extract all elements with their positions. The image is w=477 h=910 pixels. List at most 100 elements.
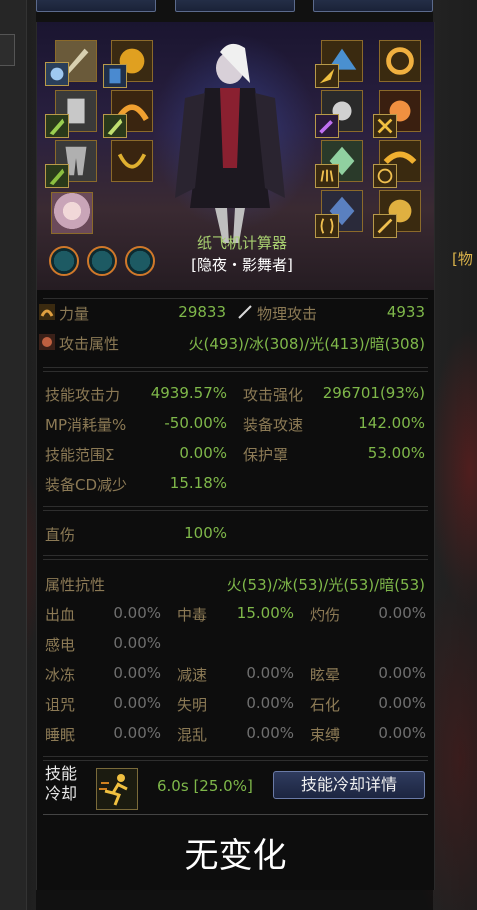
element-label: 攻击属性	[59, 335, 120, 353]
wand-icon	[316, 115, 338, 137]
gem-icon	[46, 63, 68, 85]
equip-slot-avatar-9[interactable]	[315, 164, 339, 188]
skill-stat-row: 技能范围Σ 0.00% 保护罩 53.00%	[37, 444, 434, 466]
buff-icon-3[interactable]	[125, 246, 155, 276]
buff-icon-1[interactable]	[49, 246, 79, 276]
running-figure-icon	[97, 769, 137, 809]
status-resist-row: 感电 0.00%	[37, 634, 434, 656]
stun-label: 眩晕	[310, 666, 341, 684]
side-label: [物	[452, 250, 473, 268]
shock-value: 0.00%	[113, 634, 161, 652]
cooldown-skill-box[interactable]	[96, 768, 138, 810]
blind-value: 0.00%	[246, 694, 294, 712]
skill-stat-row: 装备CD减少 15.18%	[37, 474, 434, 496]
character-name: 纸飞机计算器	[196, 234, 287, 252]
cd-reduction-label: 装备CD减少	[45, 476, 128, 494]
top-button-3[interactable]	[313, 0, 433, 12]
divider	[43, 555, 428, 556]
direct-damage-value: 100%	[184, 524, 227, 542]
skill-stat-row: 技能攻击力 4939.57% 攻击强化 296701(93%)	[37, 384, 434, 406]
equip-slot-ring[interactable]	[379, 40, 421, 82]
direct-damage-label: 直伤	[45, 526, 76, 544]
equip-slot-avatar-4[interactable]	[103, 114, 127, 138]
sleep-value: 0.00%	[113, 724, 161, 742]
divider	[43, 756, 428, 757]
divider	[43, 760, 428, 761]
petrify-label: 石化	[310, 696, 341, 714]
skill-attack-label: 技能攻击力	[45, 386, 121, 404]
direct-damage-row: 直伤 100%	[37, 524, 434, 546]
sword-icon	[374, 215, 396, 237]
status-resist-row: 出血 0.00% 中毒 15.00% 灼伤 0.00%	[37, 604, 434, 626]
left-collapse-tab[interactable]	[0, 34, 15, 66]
status-resist-row: 诅咒 0.00% 失明 0.00% 石化 0.00%	[37, 694, 434, 716]
equip-slot-avatar-3[interactable]	[45, 114, 69, 138]
skill-attack-value: 4939.57%	[150, 384, 227, 402]
confuse-value: 0.00%	[246, 724, 294, 742]
character-equipment-area: 纸飞机计算器 [隐夜・影舞者]	[37, 22, 434, 290]
cross-icon	[374, 115, 396, 137]
swirl-icon	[374, 165, 396, 187]
freeze-label: 冰冻	[45, 666, 76, 684]
feather-icon	[316, 65, 338, 87]
confuse-label: 混乱	[177, 726, 208, 744]
sword-icon	[238, 305, 252, 319]
cooldown-label-line2: 冷却	[45, 784, 78, 803]
claw-icon	[316, 165, 338, 187]
divider	[43, 559, 428, 560]
equip-slot-avatar-12[interactable]	[373, 214, 397, 238]
equip-slot-avatar-8[interactable]	[373, 114, 397, 138]
equip-slot-necklace[interactable]	[111, 140, 153, 182]
mp-cost-value: -50.00%	[164, 414, 227, 432]
strength-icon	[39, 304, 55, 320]
top-button-1[interactable]	[36, 0, 156, 12]
cooldown-value: 6.0s [25.0%]	[157, 777, 253, 795]
pet-portrait[interactable]	[51, 192, 93, 234]
cd-reduction-value: 15.18%	[169, 474, 227, 492]
stun-value: 0.00%	[378, 664, 426, 682]
blind-label: 失明	[177, 696, 208, 714]
attack-boost-value: 296701(93%)	[322, 384, 425, 402]
bind-value: 0.00%	[378, 724, 426, 742]
strength-label: 力量	[59, 305, 90, 323]
leaf-icon	[46, 115, 68, 137]
character-class: [隐夜・影舞者]	[191, 256, 293, 274]
element-value: 火(493)/冰(308)/光(413)/暗(308)	[188, 335, 426, 353]
strength-row: 力量 29833 物理攻击 4933	[37, 302, 434, 324]
result-text: 无变化	[184, 836, 287, 876]
status-resist-row: 冰冻 0.00% 减速 0.00% 眩晕 0.00%	[37, 664, 434, 686]
mp-cost-label: MP消耗量%	[45, 416, 127, 434]
curse-label: 诅咒	[45, 696, 76, 714]
divider	[43, 814, 428, 815]
cooldown-details-button[interactable]: 技能冷却详情	[273, 771, 425, 799]
equip-slot-avatar-6[interactable]	[315, 64, 339, 88]
poison-label: 中毒	[177, 606, 208, 624]
resistance-label: 属性抗性	[45, 576, 106, 594]
burn-label: 灼伤	[310, 606, 341, 624]
equip-slot-avatar-10[interactable]	[373, 164, 397, 188]
divider	[43, 506, 428, 507]
skill-range-value: 0.00%	[179, 444, 227, 462]
equip-slot-avatar-1[interactable]	[45, 62, 69, 86]
divider	[43, 510, 428, 511]
equip-slot-avatar-5[interactable]	[45, 164, 69, 188]
strength-value: 29833	[178, 303, 226, 321]
gem-icon	[104, 65, 126, 87]
attack-speed-value: 142.00%	[358, 414, 425, 432]
skill-range-label: 技能范围Σ	[45, 446, 115, 464]
left-sidebar-strip	[0, 0, 27, 910]
divider	[43, 371, 428, 372]
leaf-icon	[46, 165, 68, 187]
resistance-row: 属性抗性 火(53)/冰(53)/光(53)/暗(53)	[37, 574, 434, 596]
leaf-icon	[104, 115, 126, 137]
attack-boost-label: 攻击强化	[243, 386, 304, 404]
equip-slot-avatar-2[interactable]	[103, 64, 127, 88]
divider	[43, 367, 428, 368]
burn-value: 0.00%	[378, 604, 426, 622]
equip-slot-avatar-7[interactable]	[315, 114, 339, 138]
freeze-value: 0.00%	[113, 664, 161, 682]
buff-icon-2[interactable]	[87, 246, 117, 276]
top-button-2[interactable]	[175, 0, 295, 12]
attack-speed-label: 装备攻速	[243, 416, 304, 434]
element-icon	[39, 334, 55, 350]
